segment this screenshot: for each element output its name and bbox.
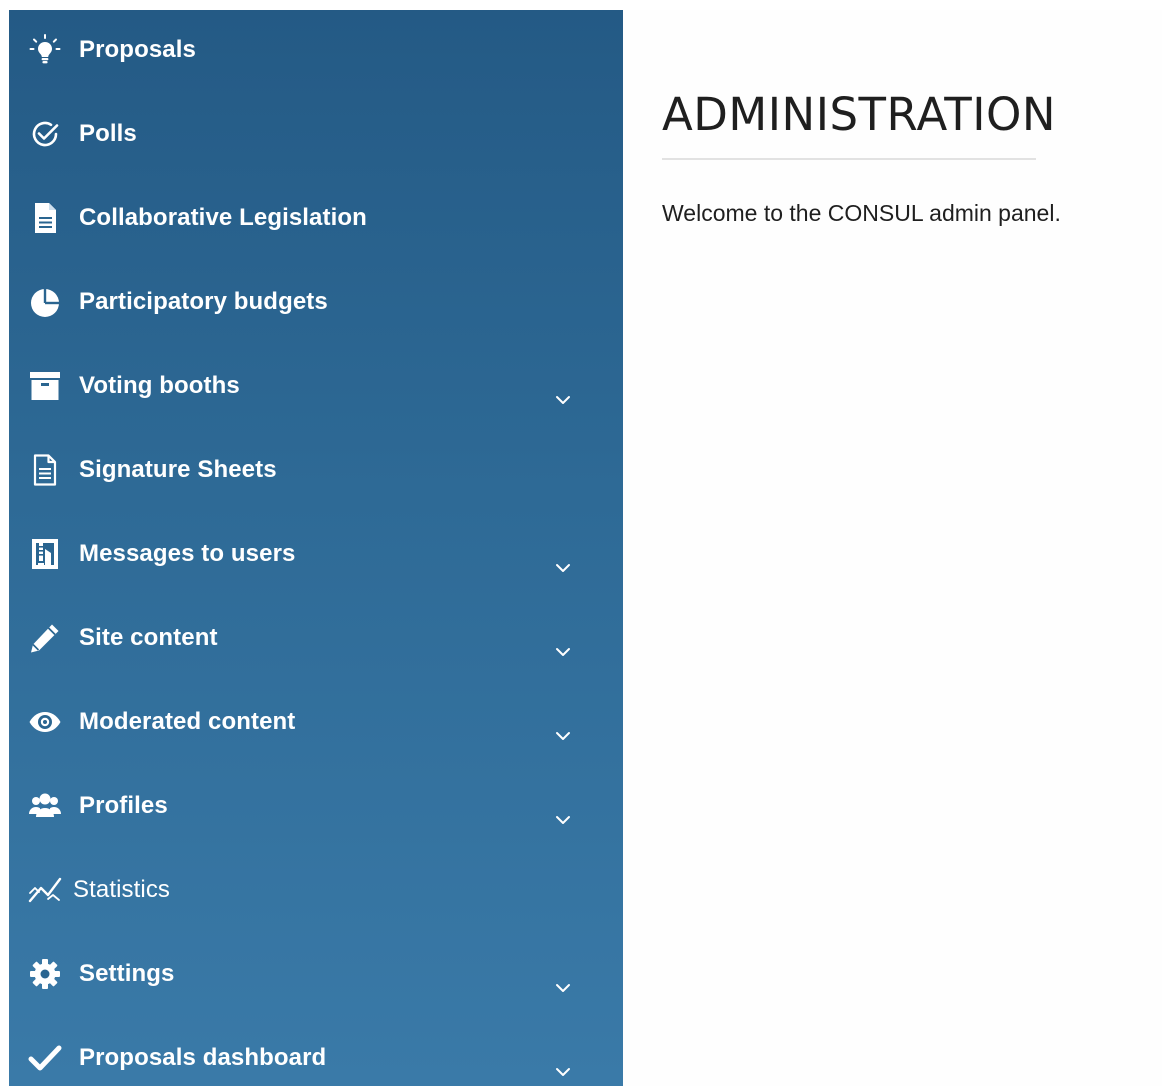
chevron-down-icon[interactable] <box>553 558 573 578</box>
archive-box-icon <box>27 368 63 404</box>
sidebar-item-label: Site content <box>79 624 218 651</box>
sidebar-item-label: Signature Sheets <box>79 456 277 483</box>
building-icon <box>27 536 63 572</box>
sidebar-item-messages-to-users[interactable]: Messages to users <box>9 512 623 596</box>
sidebar-item-label: Participatory budgets <box>79 288 328 315</box>
pencil-icon <box>27 620 63 656</box>
sidebar-item-label: Statistics <box>73 876 171 903</box>
lightbulb-icon <box>27 32 63 68</box>
sidebar-item-settings[interactable]: Settings <box>9 932 623 1016</box>
check-circle-icon <box>27 116 63 152</box>
admin-sidebar: Proposals Polls Collaborative Legislatio… <box>9 10 623 1086</box>
sidebar-item-label: Voting booths <box>79 372 240 399</box>
welcome-message: Welcome to the CONSUL admin panel. <box>662 200 1061 226</box>
sidebar-item-proposals-dashboard[interactable]: Proposals dashboard <box>9 1016 623 1086</box>
sidebar-item-signature-sheets[interactable]: Signature Sheets <box>9 428 623 512</box>
sidebar-item-voting-booths[interactable]: Voting booths <box>9 344 623 428</box>
users-icon <box>27 788 63 824</box>
page-title: ADMINISTRATION <box>662 88 1057 141</box>
gear-icon <box>27 956 63 992</box>
chevron-down-icon[interactable] <box>553 726 573 746</box>
sidebar-item-statistics[interactable]: Statistics <box>9 848 623 932</box>
sidebar-item-site-content[interactable]: Site content <box>9 596 623 680</box>
sidebar-item-label: Proposals <box>79 36 196 63</box>
chevron-down-icon[interactable] <box>553 642 573 662</box>
sidebar-item-label: Moderated content <box>79 708 296 735</box>
sidebar-item-collaborative-legislation[interactable]: Collaborative Legislation <box>9 176 623 260</box>
sidebar-item-label: Settings <box>79 960 175 987</box>
chevron-down-icon[interactable] <box>553 1062 573 1082</box>
sidebar-item-label: Profiles <box>79 792 168 819</box>
sidebar-item-label: Messages to users <box>79 540 296 567</box>
admin-page: Proposals Polls Collaborative Legislatio… <box>0 0 1162 1086</box>
sidebar-item-participatory-budgets[interactable]: Participatory budgets <box>9 260 623 344</box>
main-content: ADMINISTRATION Welcome to the CONSUL adm… <box>623 10 1162 1086</box>
sidebar-item-profiles[interactable]: Profiles <box>9 764 623 848</box>
left-edge <box>0 0 9 1086</box>
document-icon <box>27 200 63 236</box>
chevron-down-icon[interactable] <box>553 810 573 830</box>
checkmark-icon <box>27 1040 63 1076</box>
title-divider <box>662 158 1036 160</box>
chevron-down-icon[interactable] <box>553 978 573 998</box>
sidebar-item-label: Collaborative Legislation <box>79 204 367 231</box>
chevron-down-icon[interactable] <box>553 390 573 410</box>
sidebar-item-proposals[interactable]: Proposals <box>9 8 623 92</box>
document-lines-icon <box>27 452 63 488</box>
line-chart-icon <box>27 872 63 908</box>
sidebar-item-label: Polls <box>79 120 137 147</box>
eye-icon <box>27 704 63 740</box>
pie-chart-icon <box>27 284 63 320</box>
sidebar-item-moderated-content[interactable]: Moderated content <box>9 680 623 764</box>
sidebar-item-label: Proposals dashboard <box>79 1044 327 1071</box>
sidebar-item-polls[interactable]: Polls <box>9 92 623 176</box>
